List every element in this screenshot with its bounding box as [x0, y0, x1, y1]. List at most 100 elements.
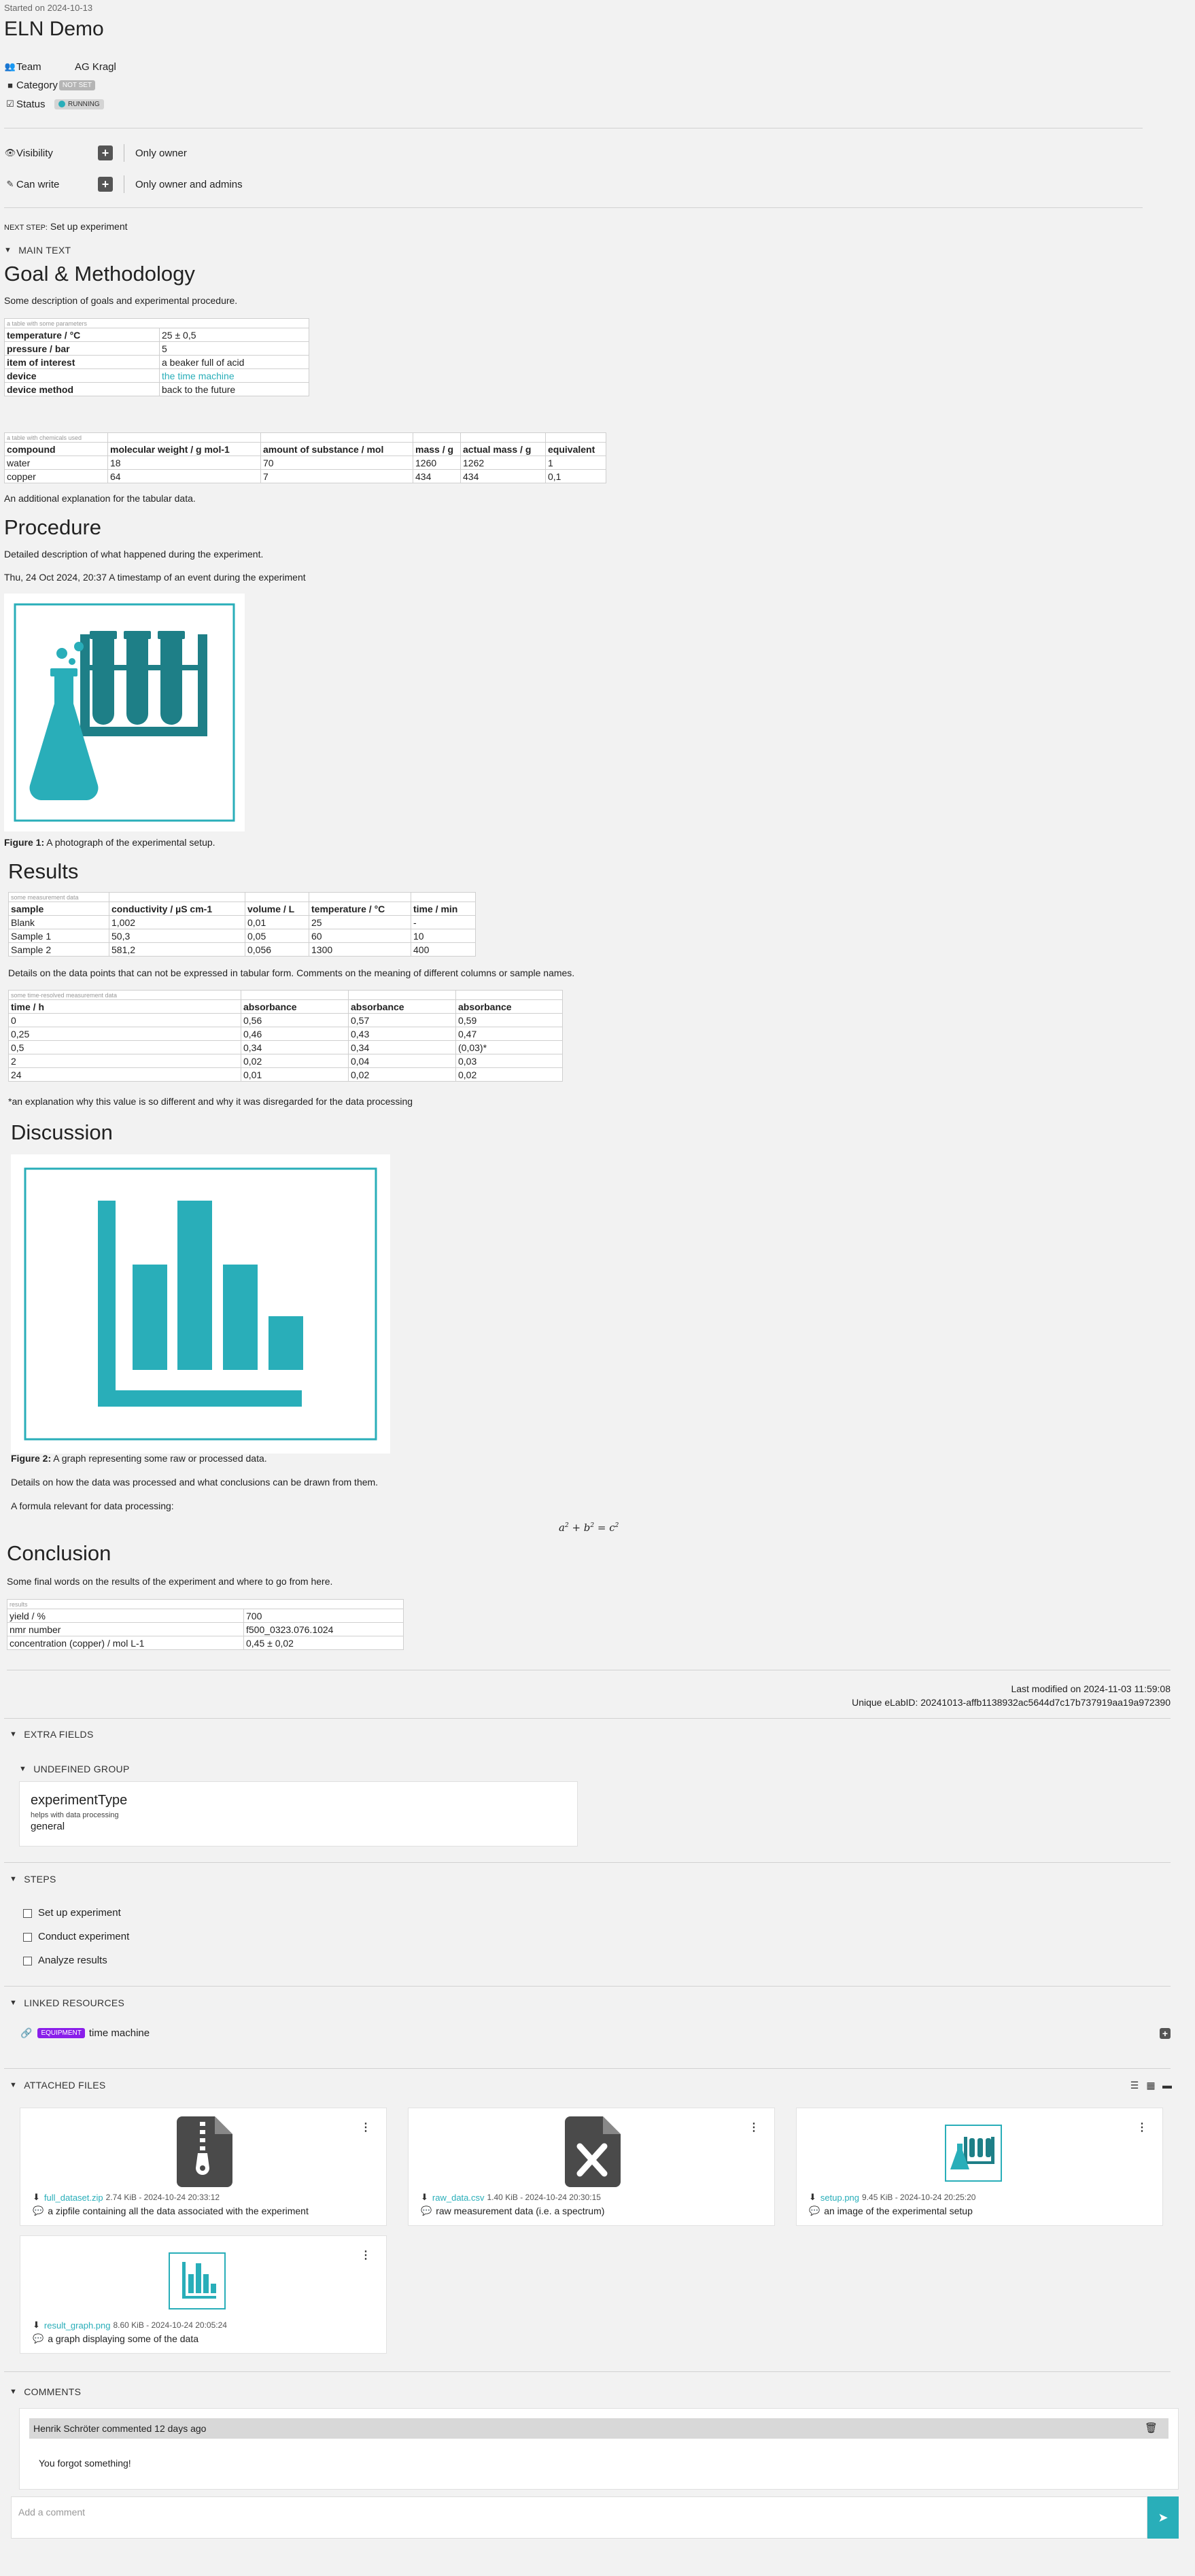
- extra-field-description: helps with data processing: [31, 1811, 119, 1819]
- figure-2-image[interactable]: [11, 1154, 390, 1454]
- attached-files-section-toggle[interactable]: ▼ ATTACHED FILES: [10, 2080, 106, 2091]
- extra-field-name: experimentType: [31, 1793, 128, 1808]
- file-menu-icon[interactable]: ⋮: [748, 2120, 759, 2134]
- pencil-icon: ✎: [6, 179, 14, 189]
- comment-icon: 💬: [33, 2205, 44, 2216]
- conclusion-description: Some final words on the results of the e…: [7, 1576, 333, 1587]
- team-label: Team: [16, 61, 41, 73]
- add-link-button[interactable]: +: [1160, 2028, 1171, 2039]
- file-menu-icon[interactable]: ⋮: [1137, 2120, 1147, 2134]
- extra-fields-section-toggle[interactable]: ▼ EXTRA FIELDS: [10, 1729, 94, 1740]
- linked-resource-name[interactable]: time machine: [89, 2027, 150, 2039]
- archive-icon[interactable]: ▬: [1161, 2080, 1173, 2091]
- file-card: ⋮ ⬇ result_graph.png 8.60 KiB - 2024-10-24…: [20, 2235, 387, 2354]
- download-icon[interactable]: ⬇: [33, 2192, 40, 2203]
- status-row: ☑ Status RUNNING: [4, 97, 104, 111]
- params-table: a table with some parameters temperature…: [4, 318, 309, 396]
- comment-input[interactable]: Add a comment: [11, 2496, 1147, 2539]
- conclusion-heading: Conclusion: [7, 1541, 111, 1565]
- files-toolbar: ☰ ▦ ▬: [1124, 2080, 1173, 2091]
- caret-down-icon: ▼: [10, 1999, 18, 2007]
- file-menu-icon[interactable]: ⋮: [360, 2120, 371, 2134]
- procedure-description: Detailed description of what happened du…: [4, 549, 264, 560]
- zip-file-icon[interactable]: [177, 2116, 232, 2190]
- equipment-badge: EQUIPMENT: [37, 2028, 85, 2038]
- caret-down-icon: ▼: [10, 2388, 18, 2396]
- comment-icon: 💬: [421, 2205, 432, 2216]
- extra-field-value[interactable]: general: [31, 1821, 65, 1832]
- category-row: ■ Category NOT SET: [4, 78, 96, 92]
- chart-image-icon[interactable]: [167, 2251, 227, 2311]
- step-item[interactable]: Set up experiment: [23, 1907, 121, 1919]
- comments-section-toggle[interactable]: ▼ COMMENTS: [10, 2386, 81, 2397]
- chemicals-note: An additional explanation for the tabula…: [4, 493, 196, 504]
- last-modified: Last modified on 2024-11-03 11:59:08: [1011, 1683, 1171, 1694]
- formula: a2 + b2 = c2: [559, 1522, 619, 1534]
- send-icon: ➤: [1158, 2511, 1168, 2524]
- figure-1-image[interactable]: [4, 594, 245, 831]
- undefined-group-toggle[interactable]: ▼ UNDEFINED GROUP: [19, 1764, 130, 1774]
- steps-section-toggle[interactable]: ▼ STEPS: [10, 1874, 56, 1885]
- visibility-edit-button[interactable]: +: [98, 145, 113, 160]
- step-checkbox[interactable]: [23, 1956, 32, 1965]
- file-name-link[interactable]: setup.png: [820, 2193, 859, 2203]
- main-text-section-toggle[interactable]: ▼ MAIN TEXT: [4, 245, 71, 256]
- timestamp-line: Thu, 24 Oct 2024, 20:37 A timestamp of a…: [4, 572, 306, 583]
- eye-icon: 👁: [4, 148, 16, 158]
- results-table: results yield / % 700 nmr number f500_0323…: [7, 1599, 404, 1650]
- time-table-note: *an explanation why this value is so dif…: [8, 1096, 413, 1107]
- file-name-link[interactable]: result_graph.png: [44, 2320, 111, 2331]
- status-text: RUNNING: [68, 100, 100, 108]
- goal-heading: Goal & Methodology: [4, 262, 195, 286]
- canwrite-edit-button[interactable]: +: [98, 177, 113, 192]
- step-item[interactable]: Analyze results: [23, 1955, 107, 1966]
- file-name-link[interactable]: full_dataset.zip: [44, 2193, 103, 2203]
- linked-resource-item[interactable]: 🔗 EQUIPMENT time machine: [20, 2027, 150, 2039]
- file-menu-icon[interactable]: ⋮: [360, 2248, 371, 2262]
- trash-icon[interactable]: 🗑: [1145, 2418, 1158, 2439]
- file-card: ⋮ ⬇ raw_data.csv 1.40 KiB - 2024-10-24 20:…: [408, 2108, 775, 2226]
- send-button[interactable]: ➤: [1147, 2496, 1179, 2539]
- file-name-link[interactable]: raw_data.csv: [432, 2193, 485, 2203]
- grid-view-icon[interactable]: ▦: [1145, 2080, 1157, 2091]
- category-badge[interactable]: NOT SET: [58, 80, 96, 90]
- discussion-heading: Discussion: [11, 1120, 113, 1144]
- file-card: ⋮ ⬇ full_dataset.zip 2.74 KiB - 2024-10-24…: [20, 2108, 387, 2226]
- visibility-row: 👁 Visibility + Only owner: [4, 144, 187, 162]
- list-view-icon[interactable]: ☰: [1128, 2080, 1141, 2091]
- time-resolved-table: some time-resolved measurement data time…: [8, 990, 563, 1082]
- procedure-heading: Procedure: [4, 515, 102, 539]
- caret-down-icon: ▼: [10, 1730, 18, 1738]
- comment-author: Henrik Schröter commented 12 days ago: [33, 2423, 207, 2434]
- results-heading: Results: [8, 859, 79, 883]
- lab-image-icon[interactable]: [943, 2123, 1003, 2183]
- status-dot-icon: [58, 101, 65, 107]
- device-link[interactable]: the time machine: [162, 371, 235, 381]
- csv-file-icon[interactable]: [565, 2116, 621, 2190]
- comment-text: You forgot something!: [39, 2458, 131, 2469]
- page-title[interactable]: ELN Demo: [4, 18, 104, 41]
- visibility-value: Only owner: [135, 147, 187, 159]
- chemicals-table: a table with chemicals used compound mol…: [4, 432, 606, 483]
- download-icon[interactable]: ⬇: [809, 2192, 816, 2203]
- next-step: NEXT STEP: Set up experiment: [4, 221, 128, 232]
- status-badge[interactable]: RUNNING: [54, 99, 104, 109]
- download-icon[interactable]: ⬇: [33, 2320, 40, 2331]
- formula-intro: A formula relevant for data processing:: [11, 1500, 174, 1511]
- link-icon: 🔗: [20, 2027, 33, 2038]
- unique-elabid: Unique eLabID: 20241013-affb1138932ac564…: [852, 1697, 1171, 1708]
- step-checkbox[interactable]: [23, 1932, 32, 1942]
- checkbox-icon: ☑: [6, 99, 14, 109]
- step-item[interactable]: Conduct experiment: [23, 1931, 129, 1942]
- caret-down-icon: ▼: [10, 1875, 18, 1883]
- canwrite-row: ✎ Can write + Only owner and admins: [4, 175, 243, 193]
- record-meta: Last modified on 2024-11-03 11:59:08 Uni…: [852, 1682, 1171, 1709]
- extra-field-card: experimentType helps with data processin…: [19, 1781, 578, 1847]
- linked-resources-section-toggle[interactable]: ▼ LINKED RESOURCES: [10, 1997, 124, 2008]
- download-icon[interactable]: ⬇: [421, 2192, 428, 2203]
- goal-description: Some description of goals and experiment…: [4, 295, 238, 306]
- step-checkbox[interactable]: [23, 1908, 32, 1918]
- comment-card: Henrik Schröter commented 12 days ago 🗑 …: [19, 2408, 1179, 2490]
- figure-1-caption: Figure 1: A photograph of the experiment…: [4, 837, 215, 848]
- measurement-table: some measurement data sample conductivit…: [8, 892, 476, 957]
